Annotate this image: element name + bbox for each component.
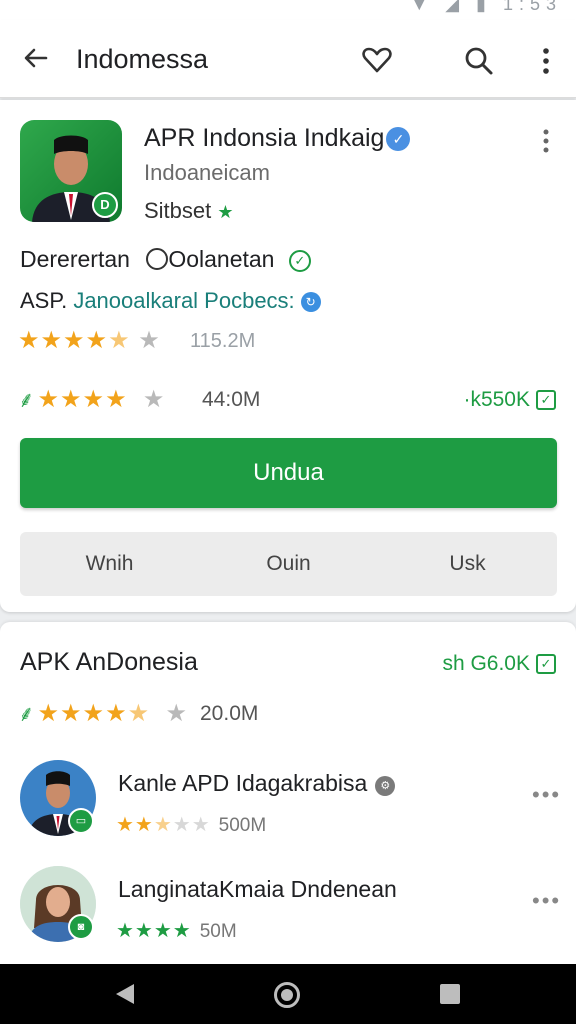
segment-item-2[interactable]: Ouin: [199, 532, 378, 596]
info-row: Dererertan Oolanetan ✓: [20, 246, 311, 273]
app-badge-icon: ▭: [68, 808, 94, 834]
gear-icon: ⚙: [375, 776, 396, 796]
info-label: Dererertan: [20, 246, 130, 272]
info-value: Oolanetan: [168, 246, 275, 272]
leaf-icon: ⸙: [18, 701, 36, 726]
rating-stars-1: ★★★★★ ★: [18, 327, 161, 354]
rating-value-1: 115.2M: [190, 330, 256, 352]
search-icon[interactable]: [462, 44, 496, 78]
verified-icon: ✓: [386, 127, 411, 151]
list-item-rating: ★★★★ 50M: [116, 920, 237, 942]
nav-back-icon[interactable]: [116, 984, 134, 1004]
back-arrow-icon[interactable]: [20, 42, 52, 74]
list-item[interactable]: ◙ LanginataKmaia Dndenean ★★★★ 50M •••: [0, 866, 576, 956]
toolbar: Indomessa: [0, 20, 576, 98]
rating-value-3: 20.0M: [200, 702, 259, 725]
app-icon[interactable]: D: [20, 120, 122, 222]
section-title: APK AnDonesia: [20, 648, 198, 676]
toolbar-title: Indomessa: [76, 44, 209, 74]
section-stat: sh G6.0K ✓: [442, 652, 556, 676]
status-bar: ▼ ◢ ▮ 1:53: [0, 0, 576, 20]
more-horiz-icon[interactable]: •••: [532, 888, 561, 914]
stat-right: ·k550K ✓: [463, 388, 556, 412]
rating-stars-3: ⸙★★★★★ ★: [18, 700, 188, 727]
app-badge-icon: ◙: [68, 914, 94, 940]
check-circle-icon: ✓: [288, 250, 311, 272]
check-box-icon: ✓: [536, 654, 556, 674]
rating-value-2: 44:0M: [202, 388, 261, 411]
list-item[interactable]: ▭ Kanle APD Idagakrabisa ⚙ ★★★★★ 500M •••: [0, 760, 576, 850]
install-button[interactable]: Undua: [20, 438, 557, 508]
sync-icon: ↻: [300, 292, 321, 312]
link-prefix: ASP.: [20, 288, 68, 313]
developer-name[interactable]: Indoaneicam: [144, 160, 270, 186]
info-circle-icon: [146, 248, 169, 270]
app-title: APR Indonsia Indkaig ✓: [144, 124, 411, 153]
more-horiz-icon[interactable]: •••: [532, 782, 561, 808]
leaf-icon: ⸙: [18, 387, 36, 412]
system-nav-bar: [0, 964, 576, 1024]
check-box-icon: ✓: [536, 390, 556, 410]
link-row: ASP. Janooalkaral Pocbecs: ↻: [20, 288, 321, 314]
segment-item-1[interactable]: Wnih: [20, 532, 199, 596]
segment-control: Wnih Ouin Usk: [20, 532, 557, 596]
segment-item-3[interactable]: Usk: [378, 532, 557, 596]
status-icons: ▼ ◢ ▮ 1:53: [410, 0, 562, 15]
rating-stars-2: ⸙★★★★ ★: [18, 386, 166, 413]
star-icon: ★: [217, 202, 234, 222]
list-item-title: LanginataKmaia Dndenean: [118, 876, 397, 902]
nav-home-icon[interactable]: [274, 982, 300, 1008]
link-text[interactable]: Janooalkaral Pocbecs:: [73, 288, 294, 313]
section-card: APK AnDonesia sh G6.0K ✓ ⸙★★★★★ ★ 20.0M ▭…: [0, 622, 576, 964]
status-time: 1:53: [502, 0, 562, 14]
app-badge-icon: D: [92, 192, 118, 218]
list-item-rating: ★★★★★ 500M: [116, 814, 267, 836]
more-vert-icon[interactable]: [534, 44, 558, 78]
card-more-icon[interactable]: [538, 128, 554, 154]
heart-icon[interactable]: [360, 44, 394, 76]
app-card: D APR Indonsia Indkaig ✓ Indoaneicam Sitb…: [0, 100, 576, 612]
app-subtitle: Sitbset ★: [144, 198, 234, 223]
list-item-title: Kanle APD Idagakrabisa ⚙: [118, 770, 396, 797]
nav-recents-icon[interactable]: [440, 984, 460, 1004]
